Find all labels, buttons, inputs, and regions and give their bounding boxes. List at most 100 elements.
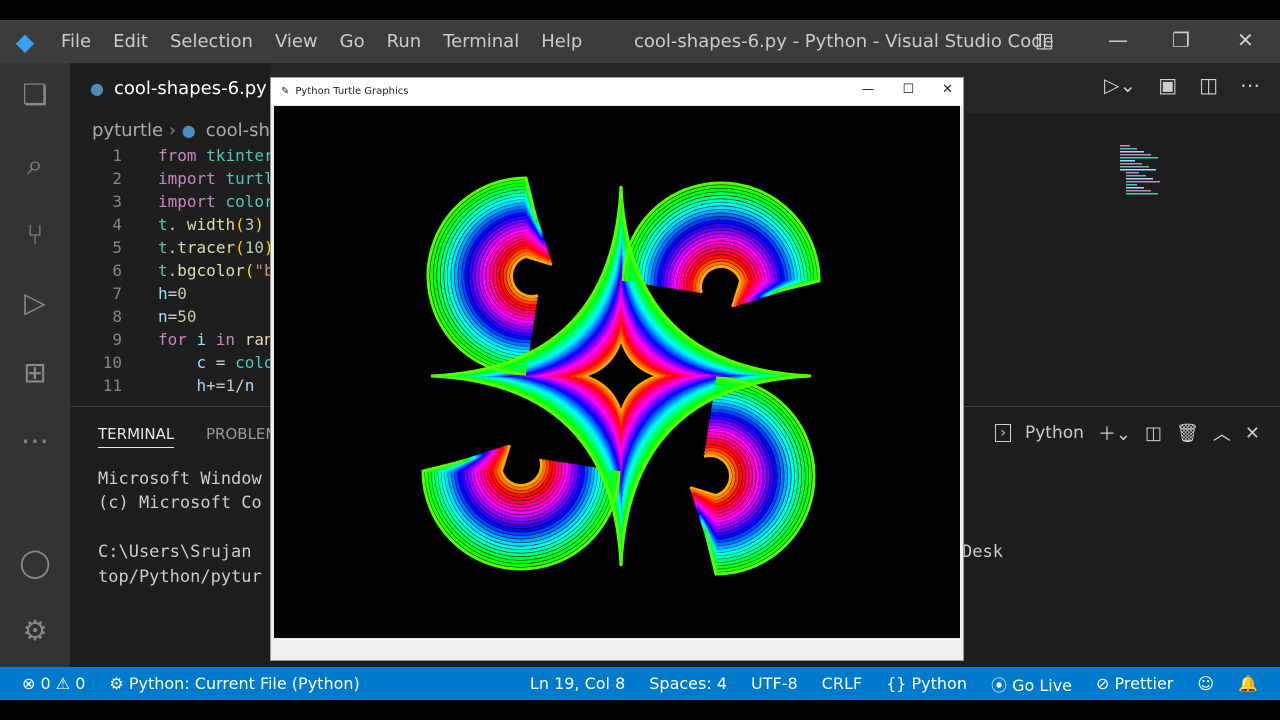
notifications-icon[interactable]: 🔔 [1226, 674, 1280, 693]
turtle-title-bar: ✎ Python Turtle Graphics [271, 78, 963, 105]
line-number: 11 [102, 376, 122, 395]
code-token: bgcolor [177, 261, 245, 280]
debug-config[interactable]: ⚙ Python: Current File (Python) [97, 674, 371, 693]
terminal-line: top/Python/pytur [98, 567, 262, 587]
menu-view[interactable]: View [264, 31, 329, 52]
code-token: 50 [177, 307, 197, 326]
feather-icon: ✎ [281, 86, 290, 97]
line-number: 2 [112, 169, 122, 188]
code-token: for [158, 330, 197, 349]
close-panel-icon[interactable]: ✕ [1245, 423, 1260, 444]
more-actions-icon[interactable]: ⋯ [1240, 73, 1260, 97]
code-token: import [158, 169, 226, 188]
run-icon[interactable]: ▷⌄ [1104, 73, 1136, 97]
status-bar: ⊗ 0 ⚠ 0 ⚙ Python: Current File (Python) … [0, 667, 1280, 700]
code-token: in [215, 330, 245, 349]
prettier[interactable]: ⊘ Prettier [1084, 674, 1185, 693]
turtle-stroke [690, 450, 736, 501]
go-live[interactable]: ⦿ Go Live [979, 672, 1084, 696]
line-number: 7 [112, 284, 122, 303]
cursor-position[interactable]: Ln 19, Col 8 [518, 674, 637, 693]
turtle-minimize-button[interactable]: — [861, 82, 874, 97]
menu-terminal[interactable]: Terminal [432, 31, 530, 52]
language-mode[interactable]: {} Python [874, 674, 979, 693]
feedback-icon[interactable]: ☺ [1185, 674, 1226, 693]
explorer-icon[interactable]: ❏ [15, 75, 55, 115]
prettier-label: Prettier [1114, 674, 1174, 693]
split-editor-icon[interactable]: ◫ [1199, 73, 1218, 97]
minimap-line [1120, 163, 1142, 165]
terminal-line-tail: Desk [962, 542, 1003, 562]
minimap-line [1126, 190, 1151, 192]
close-button[interactable]: ✕ [1237, 28, 1254, 52]
maximize-panel-icon[interactable]: ︿ [1213, 420, 1231, 446]
source-control-icon[interactable]: ⑂ [15, 215, 55, 255]
layout-icon[interactable]: ◫ [1035, 28, 1054, 52]
code-token: ( [235, 238, 245, 257]
minimap-line [1120, 166, 1149, 168]
encoding[interactable]: UTF-8 [739, 674, 810, 693]
code-token: colo [235, 353, 274, 372]
turtle-stroke [510, 254, 553, 298]
code-token: h [158, 284, 168, 303]
minimize-button[interactable]: — [1108, 28, 1128, 52]
menu-edit[interactable]: Edit [102, 31, 159, 52]
terminal-shell-label[interactable]: Python [1025, 423, 1084, 443]
minimap-line [1120, 157, 1158, 159]
code-token: . [167, 238, 178, 257]
run-debug-icon[interactable]: ▷ [15, 283, 55, 323]
line-number: 6 [112, 261, 122, 280]
line-number: 9 [112, 330, 122, 349]
code-token: color [225, 192, 274, 211]
code-token: 3 [244, 215, 255, 234]
tab-cool-shapes[interactable]: ● cool-shapes-6.py [70, 63, 270, 113]
settings-gear-icon[interactable]: ⚙ [15, 611, 55, 651]
error-count: 0 [40, 674, 51, 693]
turtle-window-title: Python Turtle Graphics [295, 86, 409, 97]
code-token: turtl [225, 169, 274, 188]
minimap-line [1126, 181, 1160, 183]
problems-status[interactable]: ⊗ 0 ⚠ 0 [0, 674, 97, 693]
turtle-maximize-button[interactable]: ☐ [902, 82, 914, 97]
tab-terminal[interactable]: TERMINAL [98, 425, 175, 448]
line-number: 4 [112, 215, 122, 234]
split-terminal-icon[interactable]: ◫ [1145, 423, 1162, 444]
turtle-close-button[interactable]: ✕ [942, 82, 953, 97]
more-icon[interactable]: ⋯ [15, 421, 55, 461]
code-token: = [167, 307, 178, 326]
code-token: ( [244, 261, 255, 280]
extensions-icon[interactable]: ⊞ [15, 353, 55, 393]
window-title: cool-shapes-6.py - Python - Visual Studi… [634, 31, 1054, 52]
code-token: . [167, 261, 178, 280]
minimap[interactable] [1120, 145, 1260, 215]
line-ending[interactable]: CRLF [810, 674, 874, 693]
turtle-canvas [274, 106, 960, 638]
restore-button[interactable]: ❐ [1172, 28, 1190, 52]
account-icon[interactable]: ◯ [15, 543, 55, 583]
breadcrumb-file[interactable]: cool-sh [206, 120, 270, 141]
indentation[interactable]: Spaces: 4 [637, 674, 739, 693]
new-terminal-icon[interactable]: ＋⌄ [1098, 420, 1131, 446]
trash-icon[interactable]: 🗑 [1176, 423, 1199, 444]
code-token: t [158, 238, 168, 257]
menu-go[interactable]: Go [329, 31, 376, 52]
menu-file[interactable]: File [50, 31, 102, 52]
panel-actions: › Python ＋⌄ ◫ 🗑 ︿ ✕ [995, 420, 1260, 446]
search-icon[interactable]: ⌕ [15, 145, 55, 185]
code-token: from [158, 146, 207, 165]
line-number: 10 [102, 353, 122, 372]
code-token: = [167, 284, 178, 303]
terminal-shell-icon: › [995, 424, 1011, 442]
terminal-line: Microsoft Window [98, 469, 262, 489]
menu-selection[interactable]: Selection [159, 31, 264, 52]
tab-problems[interactable]: PROBLEM [206, 425, 278, 443]
menu-run[interactable]: Run [376, 31, 433, 52]
menu-help[interactable]: Help [530, 31, 593, 52]
code-token: import [158, 192, 226, 211]
code-token: t [158, 215, 168, 234]
device-settings-icon[interactable]: ▣ [1158, 73, 1177, 97]
breadcrumb-folder[interactable]: pyturtle [92, 120, 163, 141]
minimap-line [1126, 172, 1139, 174]
warning-count: 0 [75, 674, 86, 693]
title-bar: ◆ File Edit Selection View Go Run Termin… [0, 20, 1280, 63]
